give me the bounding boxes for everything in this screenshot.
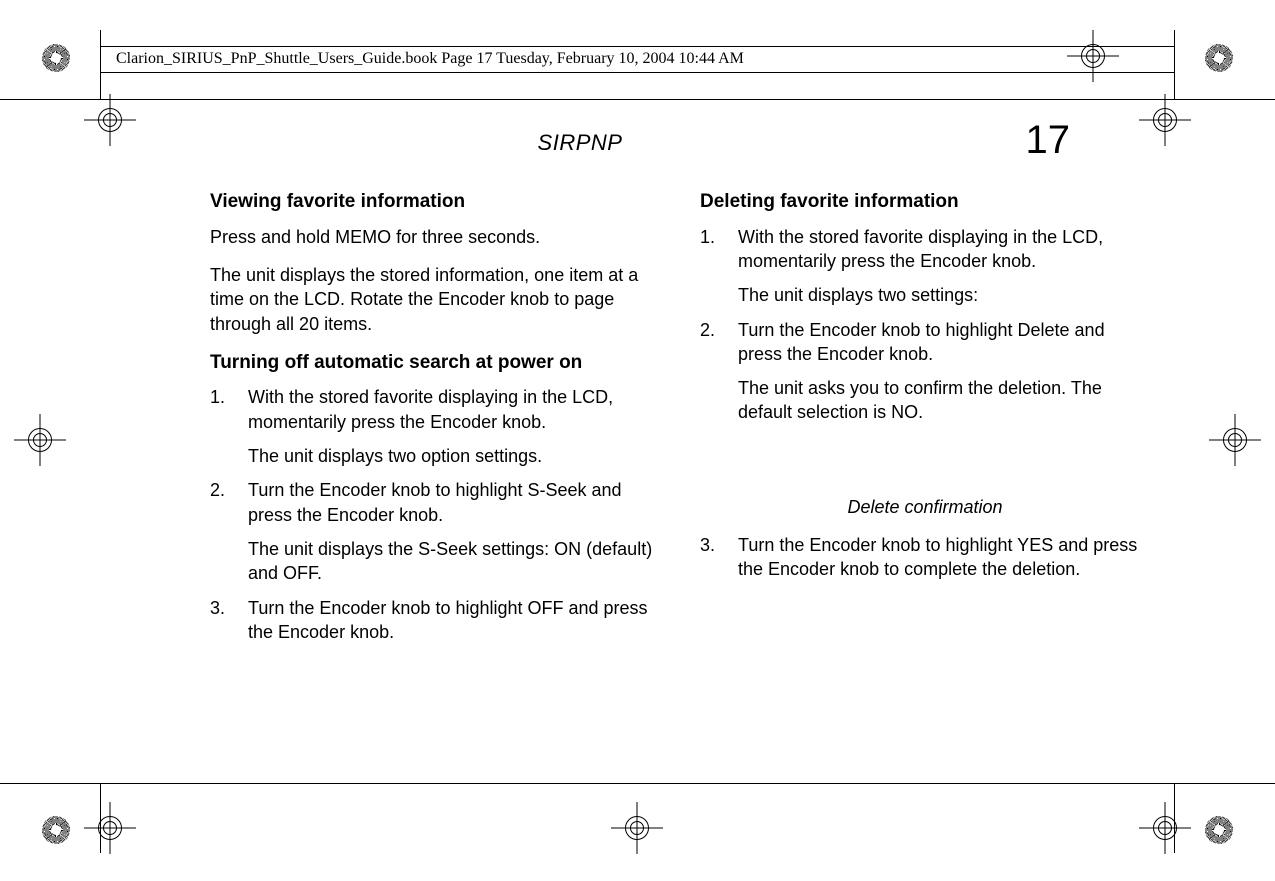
list-text: With the stored favorite displaying in t… [248,387,613,431]
printer-mark-icon [42,816,70,844]
list-subtext: The unit displays two option settings. [248,444,660,468]
ordered-list: 1. With the stored favorite displaying i… [210,385,660,644]
registration-mark-icon [1081,44,1105,68]
list-text: Turn the Encoder knob to highlight Delet… [738,320,1105,364]
list-item: 3. Turn the Encoder knob to highlight YE… [700,533,1150,582]
body-text: The unit displays the stored information… [210,263,660,336]
list-number: 1. [210,385,248,468]
registration-mark-icon [625,816,649,840]
header-rule-bottom [100,72,1175,73]
list-number: 2. [700,318,738,425]
list-item: 3. Turn the Encoder knob to highlight OF… [210,596,660,645]
registration-mark-icon [28,428,52,452]
list-number: 2. [210,478,248,585]
crop-rule-bottom [0,783,1275,784]
heading-deleting-favorite: Deleting favorite information [700,189,1150,215]
list-subtext: The unit displays two settings: [738,283,1150,307]
registration-mark-icon [98,816,122,840]
list-number: 3. [700,533,738,582]
header-rule-top [100,46,1175,47]
printer-mark-icon [42,44,70,72]
registration-mark-icon [98,108,122,132]
left-column: Viewing favorite information Press and h… [210,185,660,658]
printer-mark-icon [1205,816,1233,844]
list-number: 1. [700,225,738,308]
list-item: 1. With the stored favorite displaying i… [210,385,660,468]
list-item: 2. Turn the Encoder knob to highlight De… [700,318,1150,425]
registration-mark-icon [1153,108,1177,132]
printer-mark-icon [1205,44,1233,72]
list-number: 3. [210,596,248,645]
figure-caption: Delete confirmation [700,495,1150,519]
running-head: SIRPNP [210,130,950,156]
registration-mark-icon [1223,428,1247,452]
list-text: Turn the Encoder knob to highlight S-See… [248,480,622,524]
crop-tick [1174,783,1175,853]
heading-turning-off-auto-search: Turning off automatic search at power on [210,350,660,376]
list-subtext: The unit displays the S-Seek settings: O… [248,537,660,586]
heading-viewing-favorite: Viewing favorite information [210,189,660,215]
list-subtext: The unit asks you to confirm the deletio… [738,376,1150,425]
page-number: 17 [1026,118,1071,163]
crop-rule-top [0,99,1275,100]
document-page: Clarion_SIRIUS_PnP_Shuttle_Users_Guide.b… [0,0,1275,881]
list-text: Turn the Encoder knob to highlight YES a… [738,533,1150,582]
body-text: Press and hold MEMO for three seconds. [210,225,660,249]
ordered-list: 3. Turn the Encoder knob to highlight YE… [700,533,1150,582]
crop-tick [1174,30,1175,100]
crop-tick [100,783,101,853]
crop-tick [100,30,101,100]
list-item: 2. Turn the Encoder knob to highlight S-… [210,478,660,585]
ordered-list: 1. With the stored favorite displaying i… [700,225,1150,425]
list-text: Turn the Encoder knob to highlight OFF a… [248,596,660,645]
right-column: Deleting favorite information 1. With th… [700,185,1150,658]
doc-header-text: Clarion_SIRIUS_PnP_Shuttle_Users_Guide.b… [116,50,744,68]
list-item: 1. With the stored favorite displaying i… [700,225,1150,308]
list-text: With the stored favorite displaying in t… [738,227,1103,271]
